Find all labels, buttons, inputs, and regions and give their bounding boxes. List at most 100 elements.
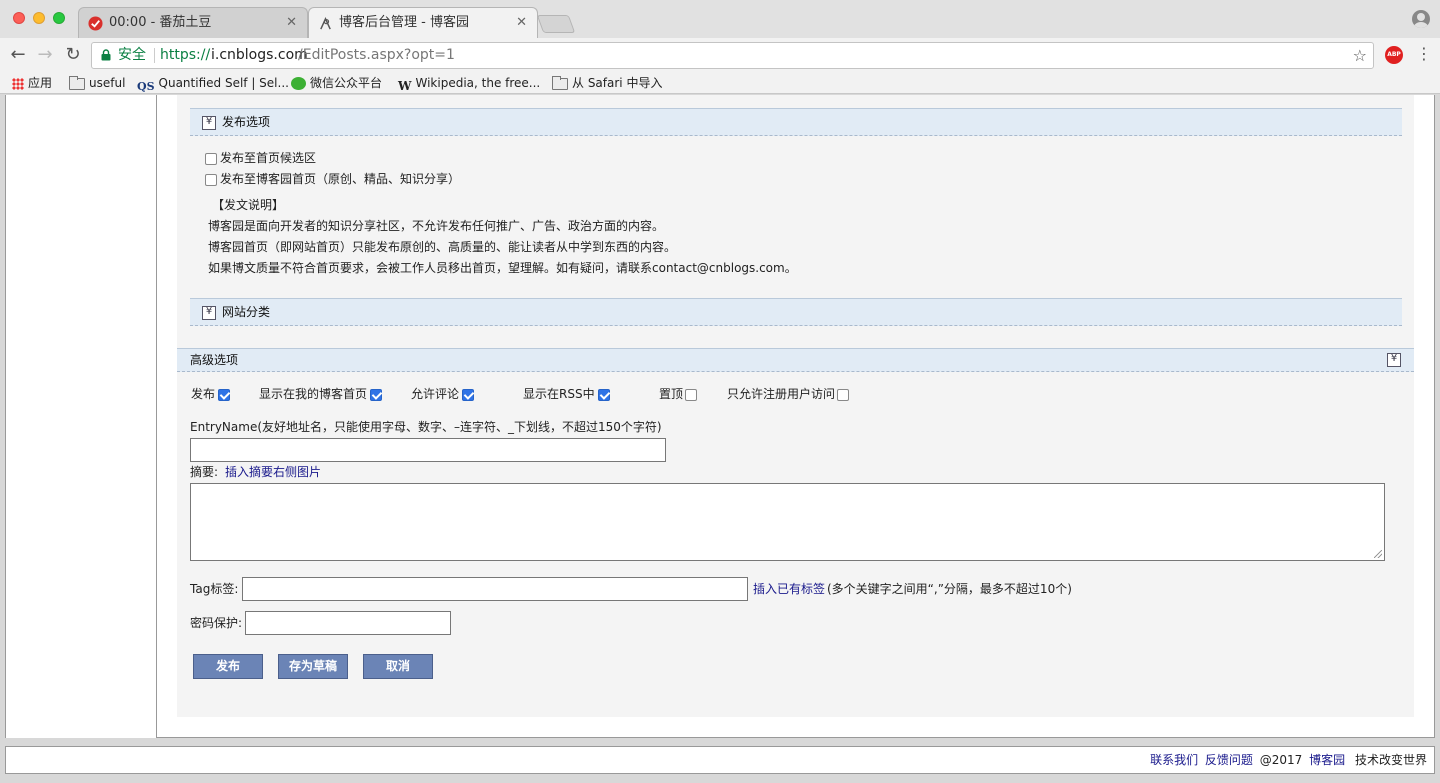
bookmark-star-icon[interactable]: ☆ [1353, 43, 1367, 68]
cancel-button[interactable]: 取消 [363, 654, 433, 679]
slogan-text: 技术改变世界 [1354, 753, 1427, 767]
wikipedia-icon: W [398, 79, 412, 93]
expand-toggle-icon[interactable]: ¥ [1387, 353, 1401, 367]
password-label: 密码保护: [190, 616, 243, 630]
forward-arrow-icon[interactable]: → [34, 44, 56, 66]
insert-existing-tag-link[interactable]: 插入已有标签 [753, 581, 825, 597]
bookmark-apps[interactable]: 应用 [12, 75, 52, 91]
profile-avatar-icon[interactable] [1412, 10, 1430, 28]
bookmark-quantified-self[interactable]: QS Quantified Self | Sel... [137, 75, 289, 95]
publish-options-header[interactable]: ¥ 发布选项 [190, 108, 1402, 136]
checkbox-label: 发布至首页候选区 [220, 151, 317, 165]
summary-label: 摘要: [190, 465, 219, 479]
homepage-publish-checkbox[interactable] [205, 174, 217, 186]
collapse-toggle-icon[interactable]: ¥ [202, 306, 216, 320]
bookmark-safari-import[interactable]: 从 Safari 中导入 [552, 75, 662, 91]
copyright-text: @2017 [1259, 753, 1303, 767]
tag-label: Tag标签: [190, 582, 239, 596]
section-title: 高级选项 [190, 353, 239, 367]
apps-grid-icon [12, 78, 24, 90]
bookmark-label: 微信公众平台 [310, 76, 383, 90]
insert-summary-image-link[interactable]: 插入摘要右侧图片 [225, 464, 321, 480]
contact-us-link[interactable]: 联系我们 [1150, 753, 1198, 767]
option-label: 显示在我的博客首页 [259, 387, 368, 401]
admin-page: ¥ 发布选项 发布至首页候选区 发布至博客园首页（原创、精品、知识分享） 【发文… [5, 95, 1435, 738]
zoom-window-button[interactable] [53, 12, 65, 24]
cnblogs-home-link[interactable]: 博客园 [1309, 753, 1345, 767]
bookmark-label: Quantified Self | Sel... [158, 76, 289, 90]
notice-line: 博客园首页（即网站首页）只能发布原创的、高质量的、能让读者从中学到东西的内容。 [208, 240, 677, 254]
bookmark-useful[interactable]: useful [69, 75, 125, 91]
folder-icon [69, 76, 85, 90]
tab-title: 博客后台管理 - 博客园 [339, 15, 469, 30]
post-editor-options: ¥ 发布选项 发布至首页候选区 发布至博客园首页（原创、精品、知识分享） 【发文… [177, 95, 1414, 717]
notice-line: 如果博文质量不符合首页要求，会被工作人员移出首页，望理解。如有疑问，请联系con… [208, 261, 797, 275]
tab-tomato-timer[interactable]: 00:00 - 番茄土豆 ✕ [78, 7, 308, 38]
option-label: 允许评论 [411, 387, 460, 401]
password-input[interactable] [245, 611, 451, 635]
section-title: 网站分类 [222, 305, 271, 319]
advanced-options-header[interactable]: 高级选项 ¥ [177, 348, 1414, 372]
option-label: 置顶 [659, 387, 684, 401]
folder-icon [552, 76, 568, 90]
entry-name-label: EntryName(友好地址名，只能使用字母、数字、–连字符、_下划线，不超过1… [190, 420, 662, 434]
summary-textarea[interactable] [190, 483, 1385, 561]
bookmark-label: Wikipedia, the free... [415, 76, 541, 90]
tag-input[interactable] [242, 577, 748, 601]
save-draft-button[interactable]: 存为草稿 [278, 654, 348, 679]
feedback-link[interactable]: 反馈问题 [1205, 753, 1253, 767]
tab-cnblogs-admin[interactable]: 博客后台管理 - 博客园 ✕ [308, 7, 538, 38]
show-in-rss-checkbox[interactable] [598, 389, 610, 401]
tomato-check-icon [88, 16, 103, 31]
close-tab-icon[interactable]: ✕ [286, 8, 297, 38]
homepage-candidate-checkbox[interactable] [205, 153, 217, 165]
close-window-button[interactable] [13, 12, 25, 24]
allow-comments-checkbox[interactable] [462, 389, 474, 401]
collapse-toggle-icon[interactable]: ¥ [202, 116, 216, 130]
section-title: 发布选项 [222, 115, 271, 129]
left-sidebar [6, 95, 157, 738]
page-footer: 联系我们 反馈问题 @2017 博客园 技术改变世界 [5, 746, 1435, 774]
more-menu-icon[interactable]: ⋮ [1416, 44, 1432, 64]
bookmark-label: 从 Safari 中导入 [572, 76, 663, 90]
adblock-plus-icon[interactable]: ABP [1385, 46, 1403, 64]
bookmark-label: 应用 [28, 76, 53, 90]
tab-title: 00:00 - 番茄土豆 [109, 15, 212, 30]
url-host: i.cnblogs.com [211, 47, 308, 63]
textarea-resize-handle[interactable] [1374, 550, 1382, 558]
site-category-header[interactable]: ¥ 网站分类 [190, 298, 1402, 326]
minimize-window-button[interactable] [33, 12, 45, 24]
page-viewport: ¥ 发布选项 发布至首页候选区 发布至博客园首页（原创、精品、知识分享） 【发文… [0, 95, 1440, 783]
bookmark-label: useful [89, 76, 126, 90]
new-tab-button[interactable] [536, 15, 576, 33]
address-bar[interactable]: 安全 https:// i.cnblogs.com /EditPosts.asp… [91, 42, 1374, 69]
notice-line: 博客园是面向开发者的知识分享社区，不允许发布任何推广、广告、政治方面的内容。 [208, 219, 665, 233]
option-label: 发布 [191, 387, 216, 401]
close-tab-icon[interactable]: ✕ [516, 8, 527, 38]
secure-label: 安全 [118, 47, 146, 63]
wechat-icon [291, 77, 306, 90]
bookmark-wechat[interactable]: 微信公众平台 [291, 75, 382, 91]
publish-button[interactable]: 发布 [193, 654, 263, 679]
url-separator [154, 48, 155, 63]
url-scheme: https:// [160, 47, 211, 63]
entry-name-input[interactable] [190, 438, 666, 462]
option-label: 显示在RSS中 [523, 387, 595, 401]
publish-checkbox[interactable] [218, 389, 230, 401]
bookmarks-bar: 应用 useful QS Quantified Self | Sel... 微信公… [0, 72, 1440, 94]
qs-icon: QS [137, 80, 155, 93]
cnblogs-logo-icon [320, 17, 331, 30]
tag-hint: (多个关键字之间用“,”分隔，最多不超过10个) [827, 582, 1072, 596]
back-arrow-icon[interactable]: ← [7, 44, 29, 66]
browser-toolbar: ← → ↻ 安全 https:// i.cnblogs.com /EditPos… [0, 38, 1440, 72]
option-label: 只允许注册用户访问 [727, 387, 836, 401]
registered-only-checkbox[interactable] [837, 389, 849, 401]
reload-icon[interactable]: ↻ [62, 44, 84, 66]
lock-icon [101, 49, 111, 61]
bookmark-wikipedia[interactable]: W Wikipedia, the free... [398, 75, 540, 94]
url-path: /EditPosts.aspx?opt=1 [298, 47, 455, 63]
pin-to-top-checkbox[interactable] [685, 389, 697, 401]
checkbox-label: 发布至博客园首页（原创、精品、知识分享） [220, 172, 461, 186]
notice-title: 【发文说明】 [212, 198, 285, 212]
show-on-blog-home-checkbox[interactable] [370, 389, 382, 401]
